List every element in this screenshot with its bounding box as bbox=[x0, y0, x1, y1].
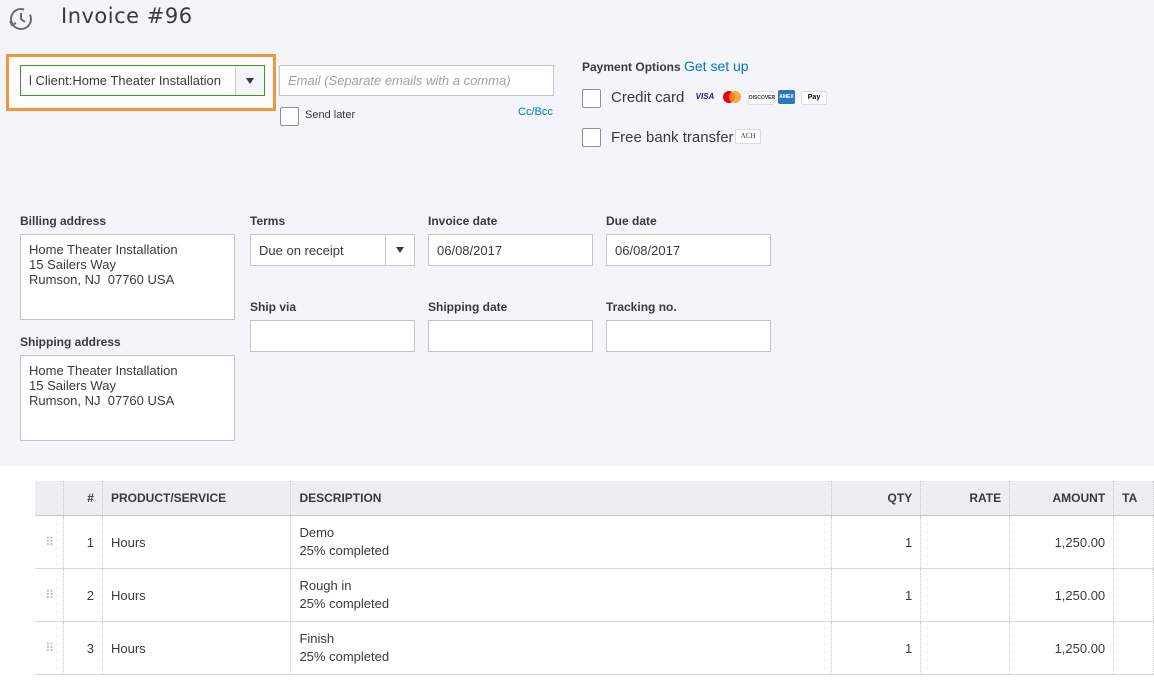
due-date-label: Due date bbox=[606, 214, 657, 228]
drag-handle-icon[interactable]: ⠿ bbox=[35, 621, 65, 675]
col-header-qty: QTY bbox=[831, 481, 922, 516]
due-date-field[interactable]: 06/08/2017 bbox=[606, 234, 771, 266]
ach-icon: ACH bbox=[735, 129, 761, 144]
chevron-down-icon bbox=[396, 247, 404, 253]
table-row[interactable]: ⠿ 3 Hours Finish 25% completed 1 1,250.00 bbox=[35, 621, 1154, 675]
row-product[interactable]: Hours bbox=[102, 515, 292, 569]
drag-handle-icon[interactable]: ⠿ bbox=[35, 515, 65, 569]
shipping-date-field[interactable] bbox=[428, 320, 593, 352]
row-qty[interactable]: 1 bbox=[831, 515, 922, 569]
row-description-line1: Rough in bbox=[299, 578, 352, 593]
row-description[interactable]: Demo 25% completed bbox=[290, 515, 833, 569]
line-items-table: # PRODUCT/SERVICE DESCRIPTION QTY RATE A… bbox=[35, 481, 1154, 675]
apple-pay-icon: Pay bbox=[801, 91, 827, 105]
ship-via-field[interactable] bbox=[250, 320, 415, 352]
row-rate[interactable] bbox=[920, 568, 1011, 622]
customer-dropdown-button[interactable] bbox=[235, 66, 264, 95]
row-description-line1: Finish bbox=[299, 631, 335, 646]
payment-options-label: Payment Options bbox=[582, 60, 681, 74]
row-qty[interactable]: 1 bbox=[831, 621, 922, 675]
row-description-line2: 25% completed bbox=[299, 649, 390, 664]
bank-transfer-label: Free bank transfer bbox=[611, 129, 734, 146]
bank-transfer-checkbox[interactable] bbox=[582, 128, 601, 147]
row-number: 1 bbox=[63, 515, 103, 569]
billing-address-field[interactable]: Home Theater Installation 15 Sailers Way… bbox=[20, 234, 235, 320]
table-row[interactable]: ⠿ 2 Hours Rough in 25% completed 1 1,250.… bbox=[35, 568, 1154, 622]
row-amount[interactable]: 1,250.00 bbox=[1009, 621, 1115, 675]
amex-icon: AMEX bbox=[778, 90, 795, 104]
row-rate[interactable] bbox=[920, 515, 1011, 569]
row-amount[interactable]: 1,250.00 bbox=[1009, 515, 1115, 569]
row-product[interactable]: Hours bbox=[102, 621, 292, 675]
grip-header bbox=[35, 481, 65, 516]
terms-label: Terms bbox=[250, 214, 286, 228]
col-header-num: # bbox=[63, 481, 103, 516]
shipping-address-label: Shipping address bbox=[20, 335, 121, 349]
shipping-address-field[interactable]: Home Theater Installation 15 Sailers Way… bbox=[20, 355, 235, 441]
visa-icon: VISA bbox=[695, 92, 715, 101]
invoice-date-label: Invoice date bbox=[428, 214, 498, 228]
chevron-down-icon bbox=[246, 78, 254, 84]
page-title: Invoice #96 bbox=[61, 4, 193, 28]
send-later-checkbox[interactable] bbox=[280, 107, 299, 126]
recent-history-icon[interactable] bbox=[8, 6, 34, 32]
row-amount[interactable]: 1,250.00 bbox=[1009, 568, 1115, 622]
tracking-no-field[interactable] bbox=[606, 320, 771, 352]
terms-value: Due on receipt bbox=[259, 243, 344, 258]
terms-select[interactable]: Due on receipt bbox=[250, 234, 415, 266]
row-tax[interactable] bbox=[1113, 621, 1154, 675]
row-qty[interactable]: 1 bbox=[831, 568, 922, 622]
col-header-rate: RATE bbox=[920, 481, 1011, 516]
table-header-row: # PRODUCT/SERVICE DESCRIPTION QTY RATE A… bbox=[35, 481, 1154, 516]
row-tax[interactable] bbox=[1113, 515, 1154, 569]
col-header-description: DESCRIPTION bbox=[290, 481, 833, 516]
email-input[interactable] bbox=[279, 65, 554, 96]
cc-bcc-link[interactable]: Cc/Bcc bbox=[518, 106, 553, 118]
row-description[interactable]: Rough in 25% completed bbox=[290, 568, 833, 622]
row-number: 3 bbox=[63, 621, 103, 675]
billing-address-label: Billing address bbox=[20, 214, 107, 228]
mastercard-icon bbox=[723, 91, 741, 103]
row-description-line2: 25% completed bbox=[299, 596, 390, 611]
invoice-date-field[interactable]: 06/08/2017 bbox=[428, 234, 593, 266]
drag-handle-icon[interactable]: ⠿ bbox=[35, 568, 65, 622]
customer-select-value: l Client:Home Theater Installation bbox=[29, 73, 221, 88]
row-number: 2 bbox=[63, 568, 103, 622]
col-header-product: PRODUCT/SERVICE bbox=[102, 481, 292, 516]
send-later-label: Send later bbox=[305, 109, 356, 121]
row-rate[interactable] bbox=[920, 621, 1011, 675]
col-header-tax: TA bbox=[1113, 481, 1154, 516]
credit-card-label: Credit card bbox=[611, 89, 685, 106]
table-row[interactable]: ⠿ 1 Hours Demo 25% completed 1 1,250.00 bbox=[35, 515, 1154, 569]
row-product[interactable]: Hours bbox=[102, 568, 292, 622]
row-description-line1: Demo bbox=[299, 525, 335, 540]
ship-via-label: Ship via bbox=[250, 300, 297, 314]
tracking-no-label: Tracking no. bbox=[606, 300, 677, 314]
col-header-amount: AMOUNT bbox=[1009, 481, 1115, 516]
get-set-up-link[interactable]: Get set up bbox=[684, 58, 749, 74]
discover-icon: DISCOVER bbox=[748, 91, 775, 105]
shipping-date-label: Shipping date bbox=[428, 300, 508, 314]
customer-select[interactable]: l Client:Home Theater Installation bbox=[20, 65, 265, 96]
row-description-line2: 25% completed bbox=[299, 543, 390, 558]
row-tax[interactable] bbox=[1113, 568, 1154, 622]
terms-dropdown-button[interactable] bbox=[385, 235, 414, 265]
row-description[interactable]: Finish 25% completed bbox=[290, 621, 833, 675]
credit-card-checkbox[interactable] bbox=[582, 89, 601, 108]
